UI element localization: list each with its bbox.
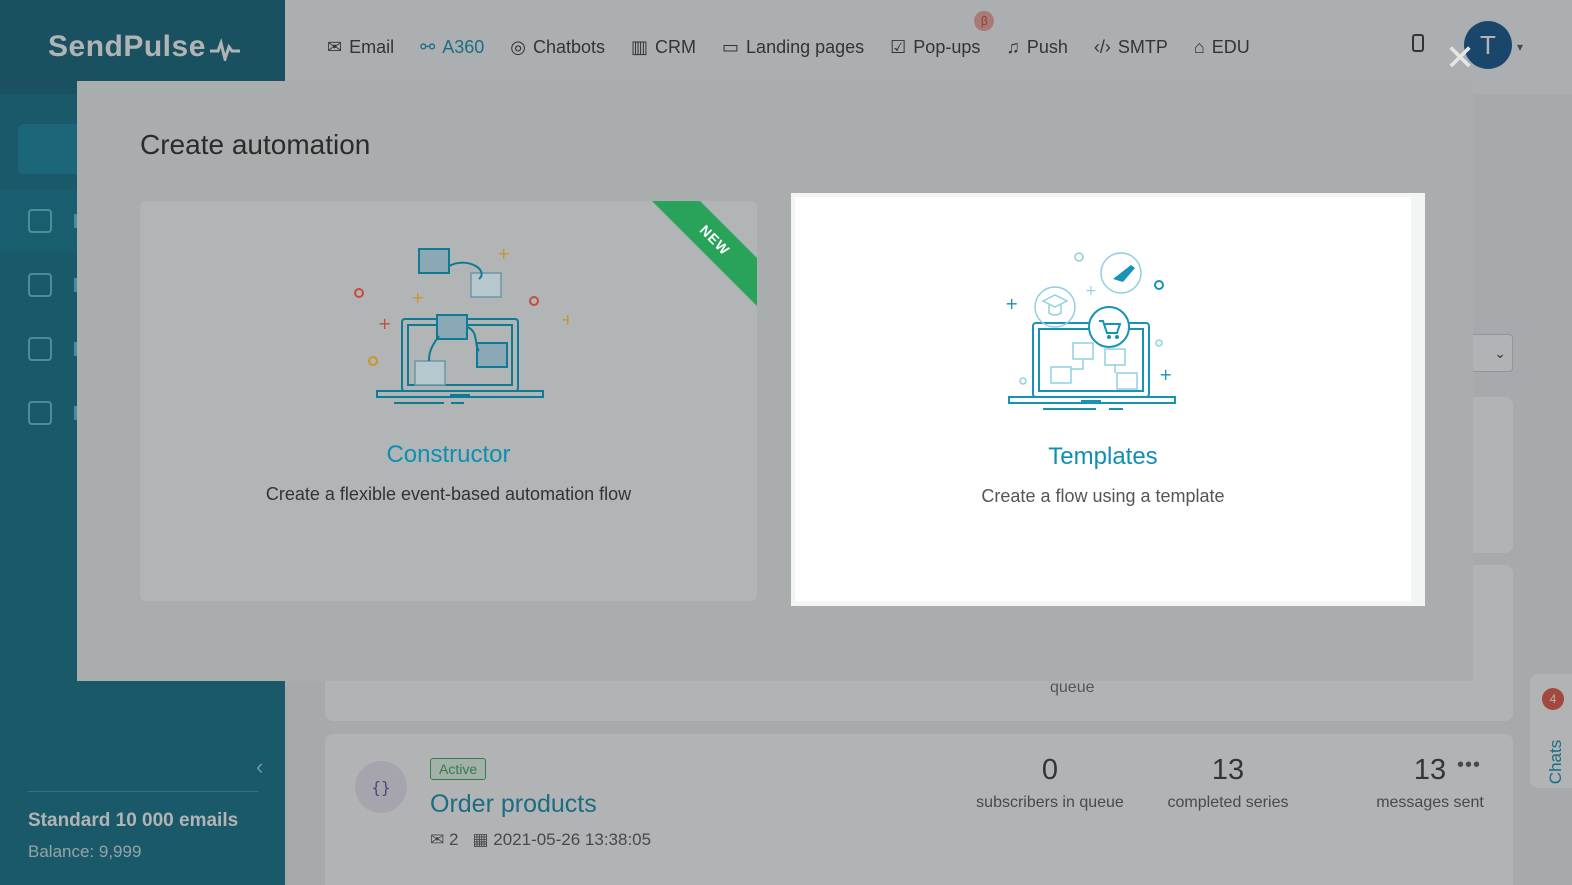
templates-title: Templates	[1048, 443, 1158, 470]
constructor-option[interactable]: NEW + + + + Constructor Create a flexibl…	[140, 201, 757, 601]
create-automation-modal: ✕ Create automation NEW + + + + Construc…	[77, 37, 1475, 681]
svg-text:+: +	[1085, 283, 1097, 299]
constructor-description: Create a flexible event-based automation…	[265, 484, 632, 504]
constructor-illustration-icon: + + + +	[353, 244, 569, 404]
templates-description: Create a flow using a template	[981, 486, 1225, 506]
svg-text:+: +	[561, 310, 569, 329]
svg-text:+: +	[411, 288, 424, 307]
modal-title: Create automation	[140, 129, 371, 160]
queue-label: queue	[1050, 679, 1095, 696]
constructor-title: Constructor	[386, 441, 511, 468]
svg-text:+: +	[497, 244, 510, 263]
close-icon[interactable]: ✕	[1445, 37, 1475, 79]
svg-text:+: +	[1005, 294, 1018, 313]
svg-text:+: +	[1159, 365, 1172, 384]
new-ribbon: NEW	[646, 201, 757, 309]
svg-text:+: +	[378, 314, 391, 333]
templates-option[interactable]: + + + Templates Create a flow using a te…	[791, 193, 1425, 606]
templates-illustration-icon: + + +	[1005, 252, 1176, 410]
